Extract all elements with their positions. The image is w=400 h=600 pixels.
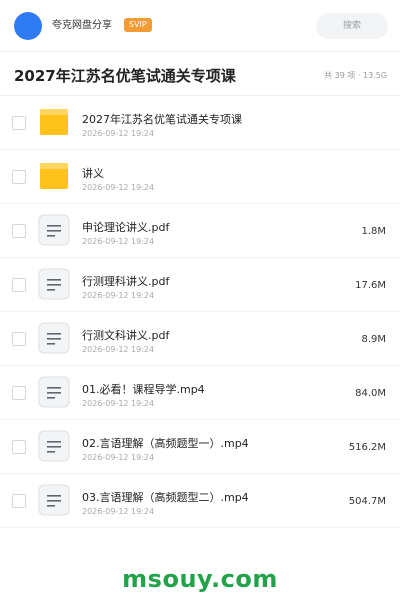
file-date: 2026-09-12 19:24 bbox=[82, 345, 155, 354]
file-size: 1.8M bbox=[361, 226, 386, 237]
list-item[interactable]: 2027年江苏名优笔试通关专项课 2026-09-12 19:24 bbox=[0, 96, 400, 150]
row-checkbox[interactable] bbox=[12, 494, 26, 508]
avatar[interactable] bbox=[14, 12, 42, 40]
share-owner-name: 夸克网盘分享 bbox=[52, 20, 112, 31]
row-checkbox[interactable] bbox=[12, 170, 26, 184]
file-size: 504.7M bbox=[348, 496, 386, 507]
document-icon bbox=[38, 376, 70, 408]
row-checkbox[interactable] bbox=[12, 278, 26, 292]
file-date: 2026-09-12 19:24 bbox=[82, 399, 155, 408]
file-name: 01.必看！课程导学.mp4 bbox=[82, 383, 205, 396]
list-item[interactable]: 03.言语理解（高频题型二）.mp4 2026-09-12 19:24 504.7M bbox=[0, 474, 400, 528]
document-icon bbox=[38, 214, 70, 246]
file-date: 2026-09-12 19:24 bbox=[82, 291, 155, 300]
watermark-text: msouy.com bbox=[122, 565, 278, 593]
row-checkbox[interactable] bbox=[12, 386, 26, 400]
file-date: 2026-09-12 19:24 bbox=[82, 507, 155, 516]
list-item[interactable]: 行测理科讲义.pdf 2026-09-12 19:24 17.6M bbox=[0, 258, 400, 312]
file-size: 17.6M bbox=[355, 280, 386, 291]
row-checkbox[interactable] bbox=[12, 332, 26, 346]
list-item[interactable]: 讲义 2026-09-12 19:24 bbox=[0, 150, 400, 204]
document-icon bbox=[38, 268, 70, 300]
list-item[interactable]: 申论理论讲义.pdf 2026-09-12 19:24 1.8M bbox=[0, 204, 400, 258]
file-name: 申论理论讲义.pdf bbox=[82, 221, 170, 234]
folder-icon bbox=[38, 106, 70, 138]
folder-header: 2027年江苏名优笔试通关专项课 共 39 项 · 13.5G bbox=[0, 54, 400, 96]
file-size: 516.2M bbox=[348, 442, 386, 453]
file-date: 2026-09-12 19:24 bbox=[82, 183, 155, 192]
document-icon bbox=[38, 430, 70, 462]
folder-icon bbox=[38, 160, 70, 192]
file-date: 2026-09-12 19:24 bbox=[82, 237, 155, 246]
file-name: 讲义 bbox=[82, 167, 104, 180]
top-bar: 夸克网盘分享 SVIP 搜索 bbox=[0, 0, 400, 52]
list-item[interactable]: 行测文科讲义.pdf 2026-09-12 19:24 8.9M bbox=[0, 312, 400, 366]
file-name: 行测理科讲义.pdf bbox=[82, 275, 170, 288]
row-checkbox[interactable] bbox=[12, 440, 26, 454]
file-name: 行测文科讲义.pdf bbox=[82, 329, 170, 342]
file-list: 2027年江苏名优笔试通关专项课 2026-09-12 19:24 讲义 2026-0… bbox=[0, 96, 400, 528]
row-checkbox[interactable] bbox=[12, 224, 26, 238]
list-item[interactable]: 01.必看！课程导学.mp4 2026-09-12 19:24 84.0M bbox=[0, 366, 400, 420]
file-date: 2026-09-12 19:24 bbox=[82, 453, 155, 462]
search-input[interactable]: 搜索 bbox=[316, 13, 388, 39]
file-size: 84.0M bbox=[355, 388, 386, 399]
document-icon bbox=[38, 322, 70, 354]
file-name: 02.言语理解（高频题型一）.mp4 bbox=[82, 437, 249, 450]
document-icon bbox=[38, 484, 70, 516]
file-date: 2026-09-12 19:24 bbox=[82, 129, 155, 138]
file-name: 03.言语理解（高频题型二）.mp4 bbox=[82, 491, 249, 504]
svip-badge: SVIP bbox=[124, 18, 152, 32]
list-item[interactable]: 02.言语理解（高频题型一）.mp4 2026-09-12 19:24 516.2M bbox=[0, 420, 400, 474]
file-name: 2027年江苏名优笔试通关专项课 bbox=[82, 113, 242, 126]
page-title: 2027年江苏名优笔试通关专项课 bbox=[14, 67, 236, 85]
folder-meta: 共 39 项 · 13.5G bbox=[324, 71, 387, 80]
row-checkbox[interactable] bbox=[12, 116, 26, 130]
file-size: 8.9M bbox=[361, 334, 386, 345]
